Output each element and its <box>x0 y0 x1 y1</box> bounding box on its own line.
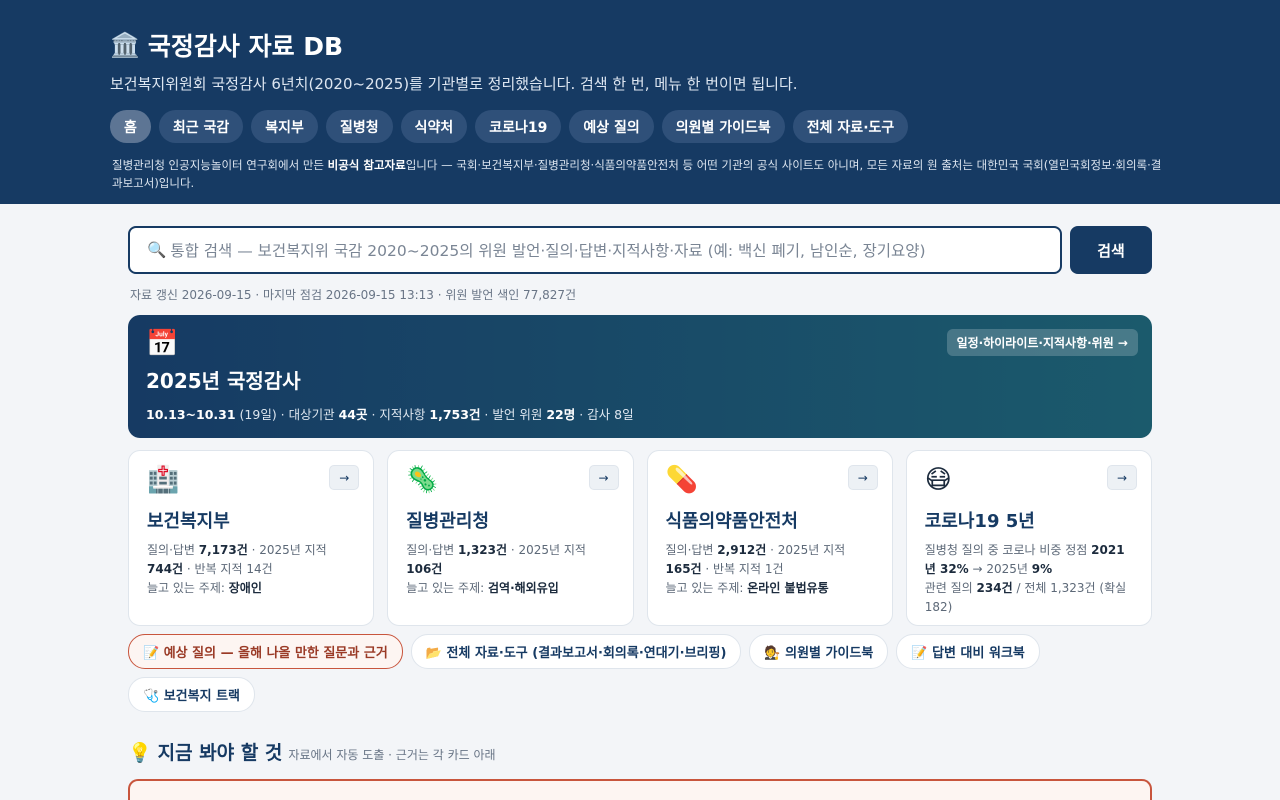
nav-all-resources[interactable]: 전체 자료·도구 <box>792 110 909 143</box>
chip-member-guidebook[interactable]: 🧑‍⚖️ 의원별 가이드북 <box>749 634 889 669</box>
card-covid19[interactable]: 😷 코로나19 5년 질병청 질의 중 코로나 비중 정점 2021년 32% … <box>905 450 1152 626</box>
card-text: 질의·답변 <box>147 543 199 557</box>
audit-dates: 10.13~10.31 <box>146 407 236 422</box>
site-title-text: 국정감사 자료 DB <box>147 32 344 61</box>
site-subtitle: 보건복지위원회 국정감사 6년치(2020~2025)를 기관별로 정리했습니다… <box>110 75 798 93</box>
hospital-icon: 🏥 <box>147 465 180 495</box>
card-text: 질병청 질의 중 코로나 비중 정점 <box>924 543 1092 557</box>
chip-expected-questions[interactable]: 📝 예상 질의 — 올해 나올 만한 질문과 근거 <box>128 634 403 669</box>
site-title[interactable]: 🏛️ 국정감사 자료 DB <box>110 30 1170 61</box>
card-body: 질병청 질의 중 코로나 비중 정점 2021년 32% → 2025년 9% 관… <box>925 541 1133 617</box>
card-body: 질의·답변 1,323건 · 2025년 지적 106건늘고 있는 주제: 검역… <box>406 541 614 598</box>
card-value: 106건 <box>406 562 443 576</box>
nav-member-guidebook[interactable]: 의원별 가이드북 <box>661 110 785 143</box>
search-placeholder: 통합 검색 — 보건복지위 국감 2020~2025의 위원 발언·질의·답변·… <box>170 242 926 260</box>
lightbulb-icon: 💡 <box>128 742 152 764</box>
card-topic: 검역·해외유입 <box>487 581 559 595</box>
nav-recent-audit[interactable]: 최근 국감 <box>158 110 244 143</box>
main-content: 🔍 통합 검색 — 보건복지위 국감 2020~2025의 위원 발언·질의·답… <box>0 204 1280 800</box>
arrow-right-icon[interactable]: → <box>329 465 360 490</box>
audit-agencies: 44곳 <box>338 407 368 422</box>
audit-2025-card[interactable]: 📅 2025년 국정감사 10.13~10.31 (19일) · 대상기관 44… <box>128 315 1152 438</box>
card-text: 늘고 있는 주제: <box>406 581 488 595</box>
disclaimer-bold: 비공식 참고자료 <box>327 158 406 172</box>
pill-icon: 💊 <box>665 465 698 495</box>
card-text: · 2025년 지적 <box>766 543 846 557</box>
card-value: 1,323건 <box>458 543 508 557</box>
chip-all-resources[interactable]: 📂 전체 자료·도구 (결과보고서·회의록·연대기·브리핑) <box>410 634 742 669</box>
chip-health-track[interactable]: 🩺 보건복지 트랙 <box>128 677 255 712</box>
section-title: 지금 봐야 할 것 <box>157 742 283 764</box>
nav-welfare-ministry[interactable]: 복지부 <box>251 110 318 143</box>
card-topic: 장애인 <box>228 581 262 595</box>
nav-covid19[interactable]: 코로나19 <box>475 110 562 143</box>
card-title: 코로나19 5년 <box>924 511 1035 532</box>
card-text: · 2025년 지적 <box>507 543 586 557</box>
microbe-icon: 🦠 <box>406 465 439 495</box>
alert-card-top[interactable] <box>128 779 1152 800</box>
card-kdca[interactable]: 🦠 질병관리청 질의·답변 1,323건 · 2025년 지적 106건늘고 있… <box>387 450 634 626</box>
search-icon: 🔍 <box>147 241 167 259</box>
audit-text: · 지적사항 <box>367 407 430 422</box>
card-title: 질병관리청 <box>406 511 490 532</box>
card-text: 늘고 있는 주제: <box>665 581 748 595</box>
card-topic: 온라인 불법유통 <box>747 581 829 595</box>
search-input[interactable]: 🔍 통합 검색 — 보건복지위 국감 2020~2025의 위원 발언·질의·답… <box>128 226 1062 274</box>
card-value: 165건 <box>665 562 702 576</box>
nav-expected-questions[interactable]: 예상 질의 <box>569 110 654 143</box>
card-value: 7,173건 <box>198 543 248 557</box>
card-text: 질의·답변 <box>406 543 459 557</box>
arrow-right-icon[interactable]: → <box>1107 465 1137 490</box>
card-value: 2,912건 <box>717 543 767 557</box>
audit-text: · 감사 8일 <box>575 407 634 422</box>
arrow-right-icon[interactable]: → <box>847 465 878 490</box>
main-nav: 홈 최근 국감 복지부 질병청 식약처 코로나19 예상 질의 의원별 가이드북… <box>110 110 1170 143</box>
audit-stats: 10.13~10.31 (19일) · 대상기관 44곳 · 지적사항 1,75… <box>146 404 1134 423</box>
search-button[interactable]: 검색 <box>1070 226 1152 274</box>
nav-kdca[interactable]: 질병청 <box>325 110 393 143</box>
card-text: · 2025년 지적 <box>247 543 327 557</box>
nav-mfds[interactable]: 식약처 <box>400 110 468 143</box>
card-value: 744건 <box>147 562 184 576</box>
section-heading-now: 💡 지금 봐야 할 것 자료에서 자동 도출 · 근거는 각 카드 아래 <box>128 738 1152 765</box>
card-text: 관련 질의 <box>924 581 977 595</box>
section-subtitle: 자료에서 자동 도출 · 근거는 각 카드 아래 <box>288 748 496 762</box>
card-text: → 2025년 <box>968 562 1032 576</box>
card-body: 질의·답변 2,912건 · 2025년 지적 165건 · 반복 지적 1건늘… <box>666 541 874 598</box>
audit-text: (19일) · 대상기관 <box>235 407 339 422</box>
card-title: 식품의약품안전처 <box>665 511 798 532</box>
card-title: 보건복지부 <box>147 511 230 532</box>
card-text: 늘고 있는 주제: <box>147 581 229 595</box>
audit-title: 2025년 국정감사 <box>146 369 301 393</box>
card-welfare-ministry[interactable]: 🏥 보건복지부 질의·답변 7,173건 · 2025년 지적 744건 · 반… <box>128 450 375 626</box>
site-header: 🏛️ 국정감사 자료 DB 보건복지위원회 국정감사 6년치(2020~2025… <box>0 0 1280 204</box>
card-mfds[interactable]: 💊 식품의약품안전처 질의·답변 2,912건 · 2025년 지적 165건 … <box>646 450 893 626</box>
audit-findings: 1,753건 <box>429 407 481 422</box>
disclaimer-text: 질병관리청 인공지능놀이터 연구회에서 만든 <box>112 158 328 172</box>
arrow-right-icon[interactable]: → <box>588 465 619 490</box>
card-text: 질의·답변 <box>665 543 718 557</box>
audit-members: 22명 <box>546 407 576 422</box>
quick-links: 📝 예상 질의 — 올해 나올 만한 질문과 근거 📂 전체 자료·도구 (결과… <box>128 634 1152 712</box>
mask-face-icon: 😷 <box>924 465 952 495</box>
card-value: 9% <box>1031 562 1053 576</box>
agency-cards: 🏥 보건복지부 질의·답변 7,173건 · 2025년 지적 744건 · 반… <box>128 450 1152 626</box>
building-icon: 🏛️ <box>110 31 140 59</box>
card-body: 질의·답변 7,173건 · 2025년 지적 744건 · 반복 지적 14건… <box>147 541 355 598</box>
audit-text: · 발언 위원 <box>480 407 547 422</box>
nav-home[interactable]: 홈 <box>110 110 151 143</box>
update-meta: 자료 갱신 2026-09-15 · 마지막 점검 2026-09-15 13:… <box>130 288 577 302</box>
chip-answer-workbook[interactable]: 📝 답변 대비 워크북 <box>896 634 1040 669</box>
card-text: · 반복 지적 1건 <box>701 562 784 576</box>
audit-detail-link[interactable]: 일정·하이라이트·지적사항·위원 → <box>946 329 1138 356</box>
card-value: 234건 <box>976 581 1013 595</box>
disclaimer: 질병관리청 인공지능놀이터 연구회에서 만든 비공식 참고자료입니다 — 국회·… <box>110 156 1170 192</box>
search-row: 🔍 통합 검색 — 보건복지위 국감 2020~2025의 위원 발언·질의·답… <box>128 226 1152 274</box>
card-text: · 반복 지적 14건 <box>183 562 273 576</box>
